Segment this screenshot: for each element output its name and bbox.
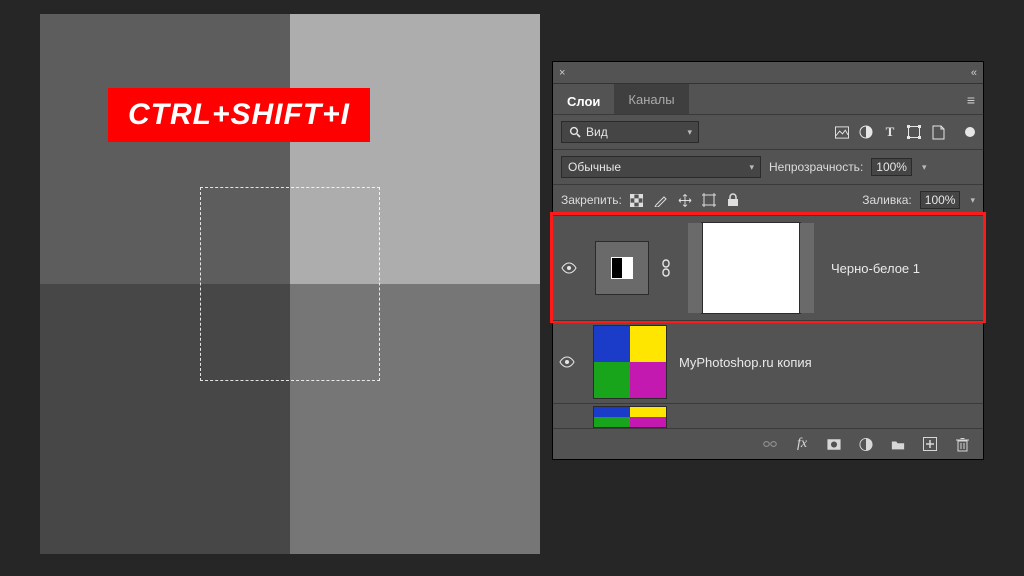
adjustment-thumbnail[interactable] (595, 241, 649, 295)
layer-name[interactable]: MyPhotoshop.ru копия (679, 355, 812, 370)
canvas-area[interactable]: CTRL+SHIFT+I (40, 14, 540, 554)
opacity-value[interactable]: 100% (871, 158, 912, 176)
filter-row: Вид ▾ T (553, 114, 983, 149)
selection-marquee-inner (200, 187, 380, 381)
lock-position-icon[interactable] (678, 193, 692, 207)
layers-panel: × « Слои Каналы ≡ Вид ▾ T (553, 62, 983, 459)
smart-filter-icon[interactable] (931, 125, 945, 139)
close-icon[interactable]: × (559, 67, 565, 79)
blend-mode-select[interactable]: Обычные ▾ (561, 156, 761, 178)
layer-fx-icon[interactable]: fx (795, 437, 809, 451)
lock-pixels-icon[interactable] (654, 193, 668, 207)
new-group-icon[interactable] (891, 437, 905, 451)
tab-channels[interactable]: Каналы (614, 84, 688, 114)
visibility-toggle[interactable] (559, 356, 581, 368)
chevron-down-icon: ▾ (749, 162, 754, 173)
lock-artboard-icon[interactable] (702, 193, 716, 207)
layer-row[interactable] (553, 403, 983, 428)
tab-layers[interactable]: Слои (553, 84, 614, 114)
layer-thumbnail[interactable] (593, 325, 667, 399)
panel-footer: fx (553, 428, 983, 459)
trash-icon[interactable] (955, 437, 969, 451)
image-filter-icon[interactable] (835, 125, 849, 139)
collapse-icon[interactable]: « (971, 67, 977, 79)
panel-tabs: Слои Каналы ≡ (553, 84, 983, 114)
opacity-stepper[interactable]: ▾ (922, 162, 927, 173)
link-layers-icon[interactable] (763, 437, 777, 451)
layer-row[interactable]: MyPhotoshop.ru копия (553, 320, 983, 403)
lock-transparent-icon[interactable] (630, 193, 644, 207)
filter-kind-select[interactable]: Вид ▾ (561, 121, 699, 143)
bw-adjustment-icon (611, 257, 633, 279)
lock-all-icon[interactable] (726, 193, 740, 207)
fill-value[interactable]: 100% (920, 191, 961, 209)
adjust-filter-icon[interactable] (859, 125, 873, 139)
add-adjustment-icon[interactable] (859, 437, 873, 451)
opacity-label: Непрозрачность: (769, 160, 863, 174)
fill-label: Заливка: (862, 193, 912, 207)
shape-filter-icon[interactable] (907, 125, 921, 139)
layers-list: Черно-белое 1 MyPhotoshop.ru копия (553, 215, 983, 428)
lock-label: Закрепить: (561, 193, 622, 207)
layer-row[interactable]: Черно-белое 1 (553, 215, 983, 320)
search-icon (568, 125, 582, 139)
filter-toggle-dot[interactable] (965, 127, 975, 137)
add-mask-icon[interactable] (827, 437, 841, 451)
blend-mode-value: Обычные (568, 160, 621, 174)
panel-menu-icon[interactable]: ≡ (967, 92, 975, 108)
lock-row: Закрепить: Заливка: 100% ▾ (553, 184, 983, 215)
layer-thumbnail[interactable] (593, 406, 667, 428)
layer-name[interactable]: Черно-белое 1 (831, 261, 920, 276)
layer-mask-thumbnail[interactable] (701, 222, 801, 314)
panel-titlebar[interactable]: × « (553, 62, 983, 84)
blend-row: Обычные ▾ Непрозрачность: 100% ▾ (553, 149, 983, 184)
fill-stepper[interactable]: ▾ (970, 195, 975, 206)
mask-link-icon[interactable] (661, 259, 671, 277)
shortcut-callout: CTRL+SHIFT+I (108, 88, 370, 142)
chevron-down-icon: ▾ (687, 127, 692, 138)
text-filter-icon[interactable]: T (883, 125, 897, 139)
filter-kind-label: Вид (586, 125, 608, 139)
visibility-toggle[interactable] (561, 262, 583, 274)
new-layer-icon[interactable] (923, 437, 937, 451)
